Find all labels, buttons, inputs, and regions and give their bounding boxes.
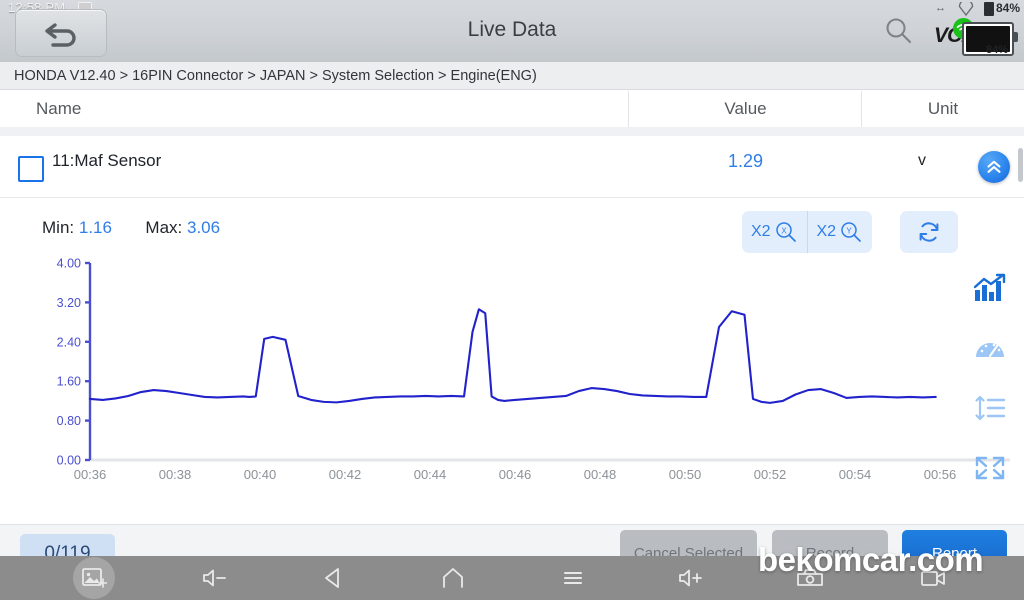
svg-text:0.00: 0.00 bbox=[57, 454, 81, 468]
nav-camera-button[interactable] bbox=[782, 556, 838, 600]
nav-recents-button[interactable] bbox=[545, 556, 601, 600]
row-name: 11:Maf Sensor bbox=[52, 151, 162, 170]
android-nav-bar bbox=[0, 556, 1024, 600]
svg-text:Y: Y bbox=[846, 227, 852, 236]
breadcrumb[interactable]: HONDA V12.40 > 16PIN Connector > JAPAN >… bbox=[0, 62, 1024, 90]
title-bar: 12:58 PM Live Data ↔ VCI 84% 84% bbox=[0, 0, 1024, 62]
battery-top-percent-text: 84% bbox=[995, 1, 1020, 15]
list-height-icon bbox=[975, 395, 1006, 421]
home-icon bbox=[443, 568, 463, 588]
location-icon bbox=[958, 2, 974, 16]
max-label: Max: bbox=[145, 218, 183, 237]
svg-text:00:36: 00:36 bbox=[74, 467, 107, 482]
column-header-name: Name bbox=[36, 99, 82, 118]
svg-text:0.80: 0.80 bbox=[57, 414, 81, 428]
column-header-unit: Unit bbox=[927, 99, 959, 118]
collapse-button[interactable] bbox=[978, 151, 1010, 183]
nav-volume-up-button[interactable] bbox=[662, 556, 718, 600]
nav-record-button[interactable] bbox=[905, 556, 961, 600]
magnifier-y-icon: Y bbox=[841, 222, 861, 242]
camera-icon bbox=[797, 569, 823, 586]
volume-down-icon bbox=[203, 569, 226, 587]
svg-text:00:48: 00:48 bbox=[584, 467, 617, 482]
record-video-icon bbox=[921, 571, 945, 586]
chart-graph-button[interactable] bbox=[964, 258, 1016, 318]
svg-text:00:42: 00:42 bbox=[329, 467, 362, 482]
zoom-y-label: X2 bbox=[816, 223, 837, 240]
nav-back-button[interactable] bbox=[306, 556, 362, 600]
svg-text:1.60: 1.60 bbox=[57, 375, 81, 389]
minmax-readout: Min: 1.16 Max: 3.06 bbox=[42, 218, 220, 238]
svg-text:00:56: 00:56 bbox=[924, 467, 957, 482]
row-unit: v bbox=[918, 152, 926, 169]
min-label: Min: bbox=[42, 218, 75, 237]
svg-text:X: X bbox=[781, 227, 787, 236]
svg-text:2.40: 2.40 bbox=[57, 335, 81, 349]
row-checkbox[interactable] bbox=[18, 156, 44, 182]
screenshot-icon bbox=[82, 568, 107, 588]
chevron-double-up-icon bbox=[987, 160, 1001, 173]
svg-text:00:38: 00:38 bbox=[159, 467, 192, 482]
zoom-controls: X2 X X2 Y bbox=[742, 211, 872, 253]
zoom-x-button[interactable]: X2 X bbox=[742, 211, 807, 253]
table-header: Name Value Unit bbox=[0, 91, 1024, 128]
battery-percent: 84% bbox=[985, 44, 1008, 56]
list-height-button[interactable] bbox=[964, 378, 1016, 438]
back-triangle-icon bbox=[325, 568, 339, 588]
min-value: 1.16 bbox=[78, 218, 112, 237]
svg-text:00:40: 00:40 bbox=[244, 467, 277, 482]
refresh-icon bbox=[919, 222, 939, 242]
menu-lines-icon bbox=[563, 571, 583, 585]
battery-top-percent: 84% bbox=[983, 1, 1020, 16]
table-row[interactable]: 11:Maf Sensor 1.29 v bbox=[0, 136, 1024, 198]
chart-graph-icon bbox=[973, 273, 1006, 301]
gauge-dial-button[interactable] bbox=[964, 318, 1016, 378]
magnifier-x-icon: X bbox=[775, 222, 796, 242]
svg-text:00:44: 00:44 bbox=[414, 467, 447, 482]
zoom-y-button[interactable]: X2 Y bbox=[806, 211, 873, 253]
bluetooth-icon: ↔ bbox=[935, 2, 946, 14]
nav-volume-down-button[interactable] bbox=[186, 556, 242, 600]
page-title: Live Data bbox=[467, 18, 557, 41]
svg-text:00:54: 00:54 bbox=[839, 467, 872, 482]
svg-text:00:46: 00:46 bbox=[499, 467, 532, 482]
live-data-chart[interactable]: 0.00 0.80 1.60 2.40 3.20 4.00 00:36 00:38 00:40 0… bbox=[0, 255, 1024, 490]
chart-tool-rail bbox=[964, 258, 1016, 498]
svg-text:3.20: 3.20 bbox=[57, 296, 81, 310]
volume-up-icon bbox=[679, 569, 702, 587]
nav-screenshot-button[interactable] bbox=[66, 556, 122, 600]
svg-text:00:52: 00:52 bbox=[754, 467, 787, 482]
zoom-x-label: X2 bbox=[750, 223, 771, 240]
search-icon[interactable] bbox=[884, 16, 914, 46]
svg-text:00:50: 00:50 bbox=[669, 467, 702, 482]
refresh-button[interactable] bbox=[900, 211, 958, 253]
row-value: 1.29 bbox=[727, 151, 764, 171]
fullscreen-expand-icon bbox=[975, 456, 1005, 480]
max-value: 3.06 bbox=[187, 218, 221, 237]
chart-svg: 0.00 0.80 1.60 2.40 3.20 4.00 00:36 00:38 00:40 0… bbox=[57, 257, 1010, 482]
fullscreen-expand-button[interactable] bbox=[964, 438, 1016, 498]
scrollbar-thumb[interactable] bbox=[1018, 148, 1023, 182]
gauge-dial-icon bbox=[976, 343, 1004, 357]
table-strip bbox=[0, 127, 1024, 136]
column-header-value: Value bbox=[724, 99, 767, 118]
svg-text:4.00: 4.00 bbox=[57, 257, 81, 271]
nav-home-button[interactable] bbox=[425, 556, 481, 600]
